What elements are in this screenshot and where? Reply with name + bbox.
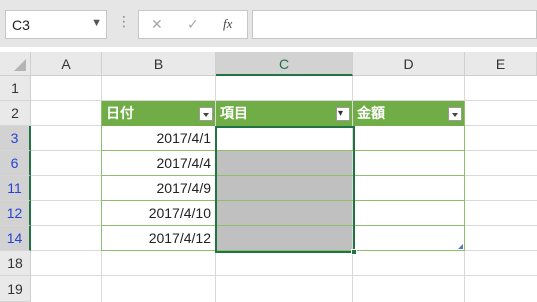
column-header-d[interactable]: D	[353, 52, 465, 76]
enter-icon[interactable]: ✓	[187, 16, 199, 33]
row-header-18[interactable]: 18	[0, 251, 31, 276]
row-header-11[interactable]: 11	[0, 176, 31, 201]
cell-b6[interactable]: 2017/4/4	[102, 151, 215, 176]
cell-b3[interactable]: 2017/4/1	[102, 126, 215, 151]
chevron-down-icon[interactable]: ▼	[91, 17, 102, 29]
table-header-item: 項目	[216, 101, 352, 126]
row-header-6[interactable]: 6	[0, 151, 31, 176]
formula-input[interactable]	[252, 10, 537, 39]
select-all-button[interactable]	[0, 52, 31, 76]
filter-icon: ▾	[338, 108, 344, 119]
gridline	[31, 275, 537, 276]
table-header-amount-label: 金額	[357, 105, 385, 121]
table-border	[464, 101, 465, 251]
fill-handle[interactable]	[351, 249, 357, 255]
cancel-icon[interactable]: ✕	[151, 16, 163, 33]
row-header-19[interactable]: 19	[0, 276, 31, 302]
table-header-date-label: 日付	[106, 105, 134, 121]
name-box-value: C3	[12, 17, 30, 33]
cell-b11[interactable]: 2017/4/9	[102, 176, 215, 201]
row-header-2[interactable]: 2	[0, 101, 31, 126]
drag-handle-icon[interactable]: ⋮	[117, 14, 131, 28]
row-header-1[interactable]: 1	[0, 76, 31, 101]
filter-dropdown-amount[interactable]	[448, 107, 462, 121]
column-header-b[interactable]: B	[102, 52, 216, 76]
column-header-c[interactable]: C	[216, 52, 353, 76]
row-header-3[interactable]: 3	[0, 126, 31, 151]
filter-active-item[interactable]: ▾	[336, 107, 350, 121]
cell-b14[interactable]: 2017/4/12	[102, 226, 215, 251]
table-header-item-label: 項目	[220, 105, 248, 121]
row-header-12[interactable]: 12	[0, 201, 31, 226]
insert-function-icon[interactable]: fx	[223, 16, 232, 32]
table-resize-handle[interactable]	[458, 244, 463, 249]
formula-buttons: ✕ ✓ fx	[138, 10, 248, 39]
column-header-e[interactable]: E	[465, 52, 537, 76]
name-box[interactable]: C3 ▼	[5, 10, 107, 39]
row-header-14[interactable]: 14	[0, 226, 31, 251]
column-header-a[interactable]: A	[31, 52, 102, 76]
selection-range	[215, 126, 355, 253]
filter-dropdown-date[interactable]	[199, 107, 213, 121]
cell-b12[interactable]: 2017/4/10	[102, 201, 215, 226]
